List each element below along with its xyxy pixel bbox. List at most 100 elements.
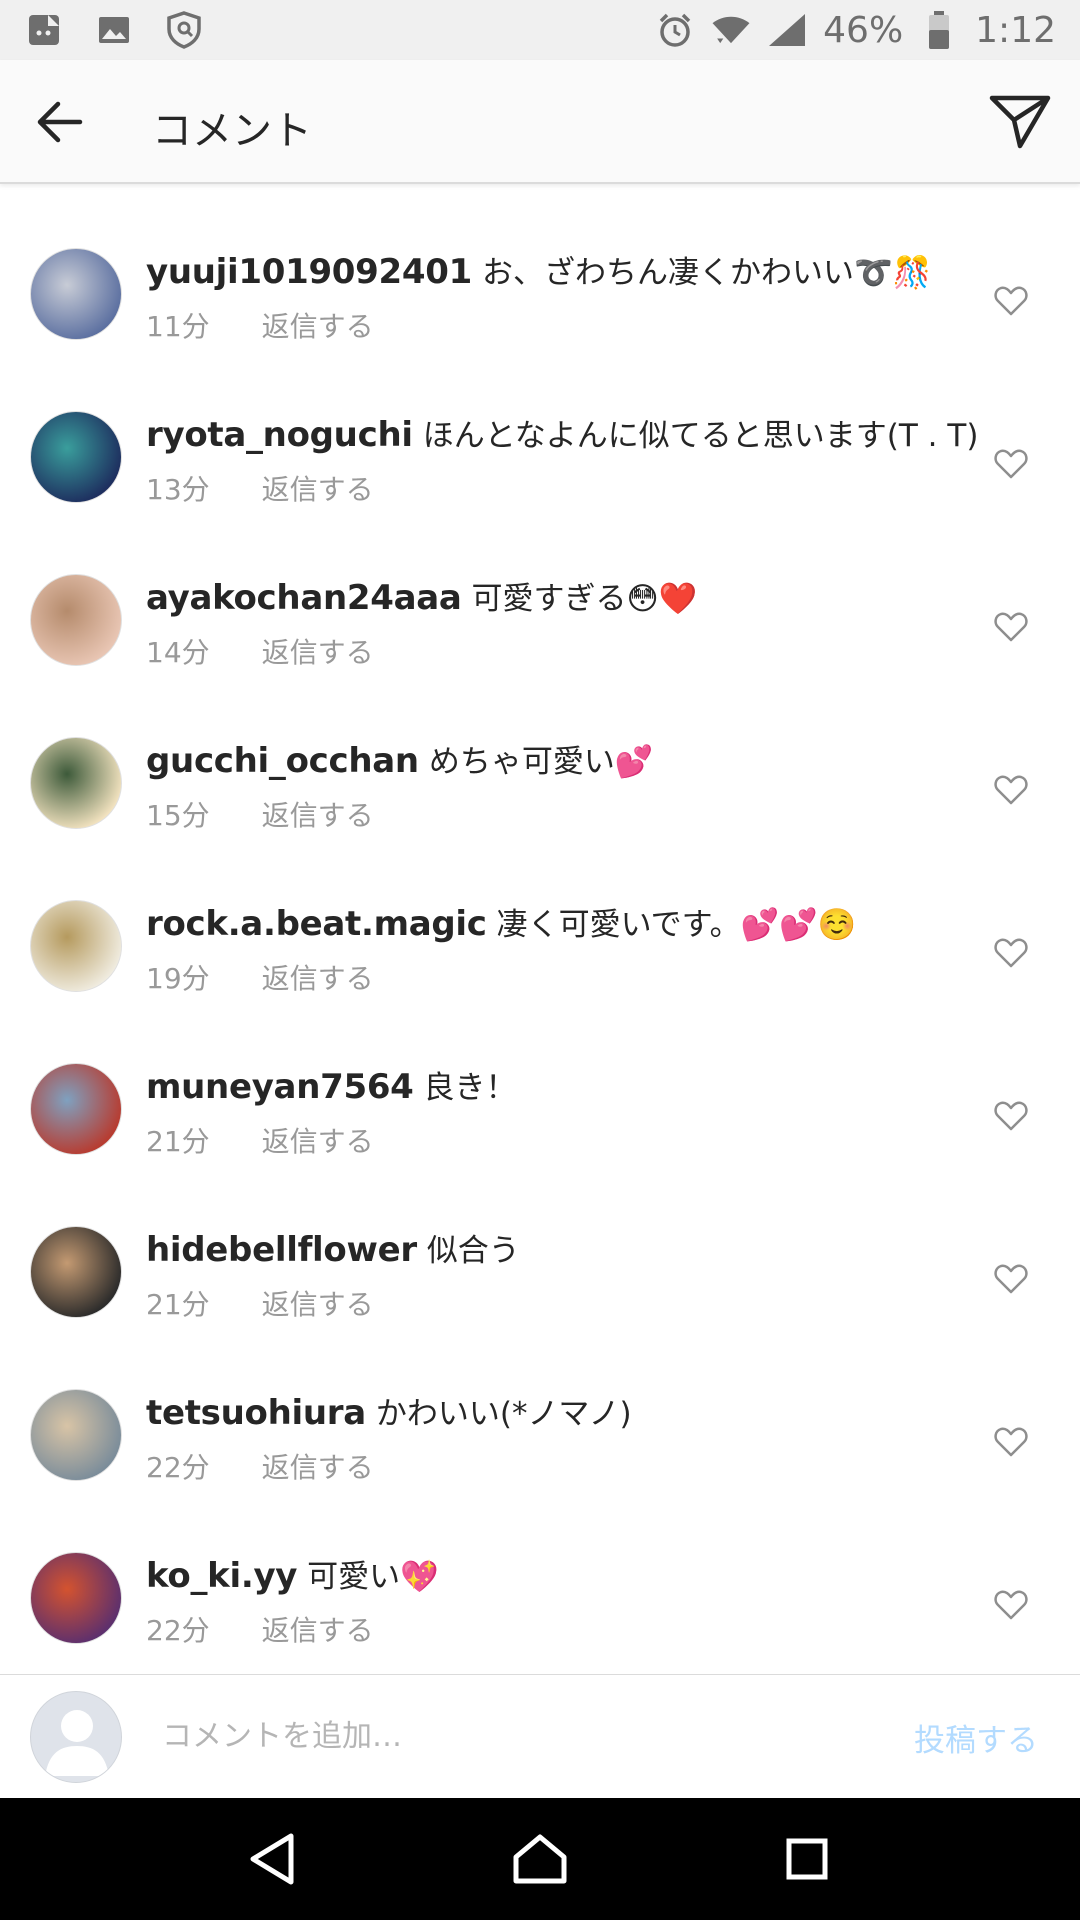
- comment-text: めちゃ可愛い💕: [428, 744, 654, 780]
- comment-meta: 13分 返信する: [146, 468, 966, 508]
- comment-timestamp: 15分: [146, 799, 210, 832]
- clock: 1:12: [975, 9, 1056, 51]
- comment-body: yuuji1019092401 お、ざわちん凄くかわいい➰🎊 11分 返信する: [146, 250, 966, 345]
- comment-row[interactable]: hidebellflower 似合う 21分 返信する: [0, 1164, 1080, 1327]
- comment-timestamp: 21分: [146, 1288, 210, 1321]
- username-link[interactable]: ko_ki.yy: [146, 1556, 297, 1596]
- reply-button[interactable]: 返信する: [262, 468, 374, 508]
- like-heart-icon[interactable]: [994, 284, 1028, 318]
- comment-row[interactable]: ayakochan24aaa 可愛すぎる😳❤️ 14分 返信する: [0, 512, 1080, 675]
- nav-recents-icon: [786, 1838, 828, 1880]
- signal-icon: [767, 10, 807, 50]
- comment-meta: 19分 返信する: [146, 957, 966, 997]
- username-link[interactable]: gucchi_occhan: [146, 741, 419, 781]
- comment-line: ayakochan24aaa 可愛すぎる😳❤️: [146, 576, 966, 621]
- comment-row[interactable]: gucchi_occhan めちゃ可愛い💕 15分 返信する: [0, 675, 1080, 838]
- comment-meta: 14分 返信する: [146, 631, 966, 671]
- comment-text: 似合う: [426, 1233, 520, 1269]
- comment-row[interactable]: ryota_noguchi ほんとなよんに似てると思います(T . T) 13分 返信…: [0, 349, 1080, 512]
- avatar[interactable]: [30, 574, 122, 666]
- comment-meta: 21分 返信する: [146, 1120, 966, 1160]
- avatar[interactable]: [30, 1063, 122, 1155]
- comment-meta: 21分 返信する: [146, 1283, 966, 1323]
- like-heart-icon[interactable]: [994, 1425, 1028, 1459]
- comment-body: tetsuohiura かわいい(*ノマノ) 22分 返信する: [146, 1391, 966, 1486]
- comment-input-bar: 投稿する: [0, 1674, 1080, 1798]
- comment-list[interactable]: yuuji1019092401 お、ざわちん凄くかわいい➰🎊 11分 返信する ryot…: [0, 186, 1080, 1674]
- comment-timestamp: 13分: [146, 473, 210, 506]
- username-link[interactable]: ryota_noguchi: [146, 415, 413, 455]
- app-header: コメント: [0, 60, 1080, 184]
- reply-button[interactable]: 返信する: [262, 1609, 374, 1649]
- avatar[interactable]: [30, 900, 122, 992]
- comment-line: ko_ki.yy 可愛い💖: [146, 1554, 966, 1599]
- like-heart-icon[interactable]: [994, 773, 1028, 807]
- comment-row[interactable]: yuuji1019092401 お、ざわちん凄くかわいい➰🎊 11分 返信する: [0, 186, 1080, 349]
- comment-timestamp: 22分: [146, 1614, 210, 1647]
- comment-row[interactable]: tetsuohiura かわいい(*ノマノ) 22分 返信する: [0, 1327, 1080, 1490]
- like-heart-icon[interactable]: [994, 1588, 1028, 1622]
- comment-text: 可愛すぎる😳❤️: [471, 581, 698, 617]
- reply-button[interactable]: 返信する: [262, 957, 374, 997]
- reply-button[interactable]: 返信する: [262, 794, 374, 834]
- avatar[interactable]: [30, 411, 122, 503]
- comment-text: お、ざわちん凄くかわいい➰🎊: [481, 255, 932, 291]
- comment-row[interactable]: ko_ki.yy 可愛い💖 22分 返信する: [0, 1490, 1080, 1653]
- username-link[interactable]: yuuji1019092401: [146, 252, 472, 292]
- username-link[interactable]: rock.a.beat.magic: [146, 904, 487, 944]
- comment-timestamp: 22分: [146, 1451, 210, 1484]
- like-heart-icon[interactable]: [994, 936, 1028, 970]
- share-button[interactable]: [984, 88, 1056, 156]
- comment-line: rock.a.beat.magic 凄く可愛いです。💕💕☺️: [146, 902, 966, 947]
- avatar[interactable]: [30, 248, 122, 340]
- like-heart-icon[interactable]: [994, 447, 1028, 481]
- comment-input[interactable]: [162, 1711, 862, 1761]
- back-arrow-icon: [37, 101, 83, 143]
- comment-line: muneyan7564 良き！: [146, 1065, 966, 1110]
- avatar[interactable]: [30, 737, 122, 829]
- image-icon: [94, 10, 134, 50]
- avatar[interactable]: [30, 1552, 122, 1644]
- comment-body: gucchi_occhan めちゃ可愛い💕 15分 返信する: [146, 739, 966, 834]
- comment-row[interactable]: rock.a.beat.magic 凄く可愛いです。💕💕☺️ 19分 返信する: [0, 838, 1080, 1001]
- avatar[interactable]: [30, 1226, 122, 1318]
- app-notification-icon: [24, 10, 64, 50]
- nav-back-button[interactable]: [233, 1819, 313, 1899]
- nav-recents-button[interactable]: [767, 1819, 847, 1899]
- comment-timestamp: 14分: [146, 636, 210, 669]
- reply-button[interactable]: 返信する: [262, 1283, 374, 1323]
- username-link[interactable]: tetsuohiura: [146, 1393, 366, 1433]
- comment-body: ko_ki.yy 可愛い💖 22分 返信する: [146, 1554, 966, 1649]
- reply-button[interactable]: 返信する: [262, 1446, 374, 1486]
- comment-meta: 15分 返信する: [146, 794, 966, 834]
- back-button[interactable]: [28, 92, 92, 152]
- status-bar: 46% 1:12: [0, 0, 1080, 60]
- nav-home-icon: [513, 1834, 567, 1884]
- username-link[interactable]: muneyan7564: [146, 1067, 414, 1107]
- comment-body: hidebellflower 似合う 21分 返信する: [146, 1228, 966, 1323]
- reply-button[interactable]: 返信する: [262, 1120, 374, 1160]
- shield-icon: [164, 10, 204, 50]
- wifi-icon: [711, 10, 751, 50]
- nav-back-icon: [250, 1833, 294, 1885]
- like-heart-icon[interactable]: [994, 610, 1028, 644]
- post-button[interactable]: 投稿する: [914, 1715, 1038, 1760]
- alarm-icon: [655, 10, 695, 50]
- comment-text: ほんとなよんに似てると思います(T . T): [422, 418, 979, 454]
- username-link[interactable]: hidebellflower: [146, 1230, 417, 1270]
- reply-button[interactable]: 返信する: [262, 305, 374, 345]
- comment-text: 可愛い💖: [307, 1559, 439, 1595]
- comment-body: ayakochan24aaa 可愛すぎる😳❤️ 14分 返信する: [146, 576, 966, 671]
- status-right: 46% 1:12: [655, 10, 1056, 51]
- username-link[interactable]: ayakochan24aaa: [146, 578, 462, 618]
- like-heart-icon[interactable]: [994, 1262, 1028, 1296]
- like-heart-icon[interactable]: [994, 1099, 1028, 1133]
- avatar[interactable]: [30, 1389, 122, 1481]
- reply-button[interactable]: 返信する: [262, 631, 374, 671]
- my-avatar: [30, 1691, 122, 1783]
- nav-home-button[interactable]: [500, 1819, 580, 1899]
- comment-body: muneyan7564 良き！ 21分 返信する: [146, 1065, 966, 1160]
- comment-timestamp: 19分: [146, 962, 210, 995]
- comment-row[interactable]: muneyan7564 良き！ 21分 返信する: [0, 1001, 1080, 1164]
- battery-percent: 46%: [823, 9, 904, 51]
